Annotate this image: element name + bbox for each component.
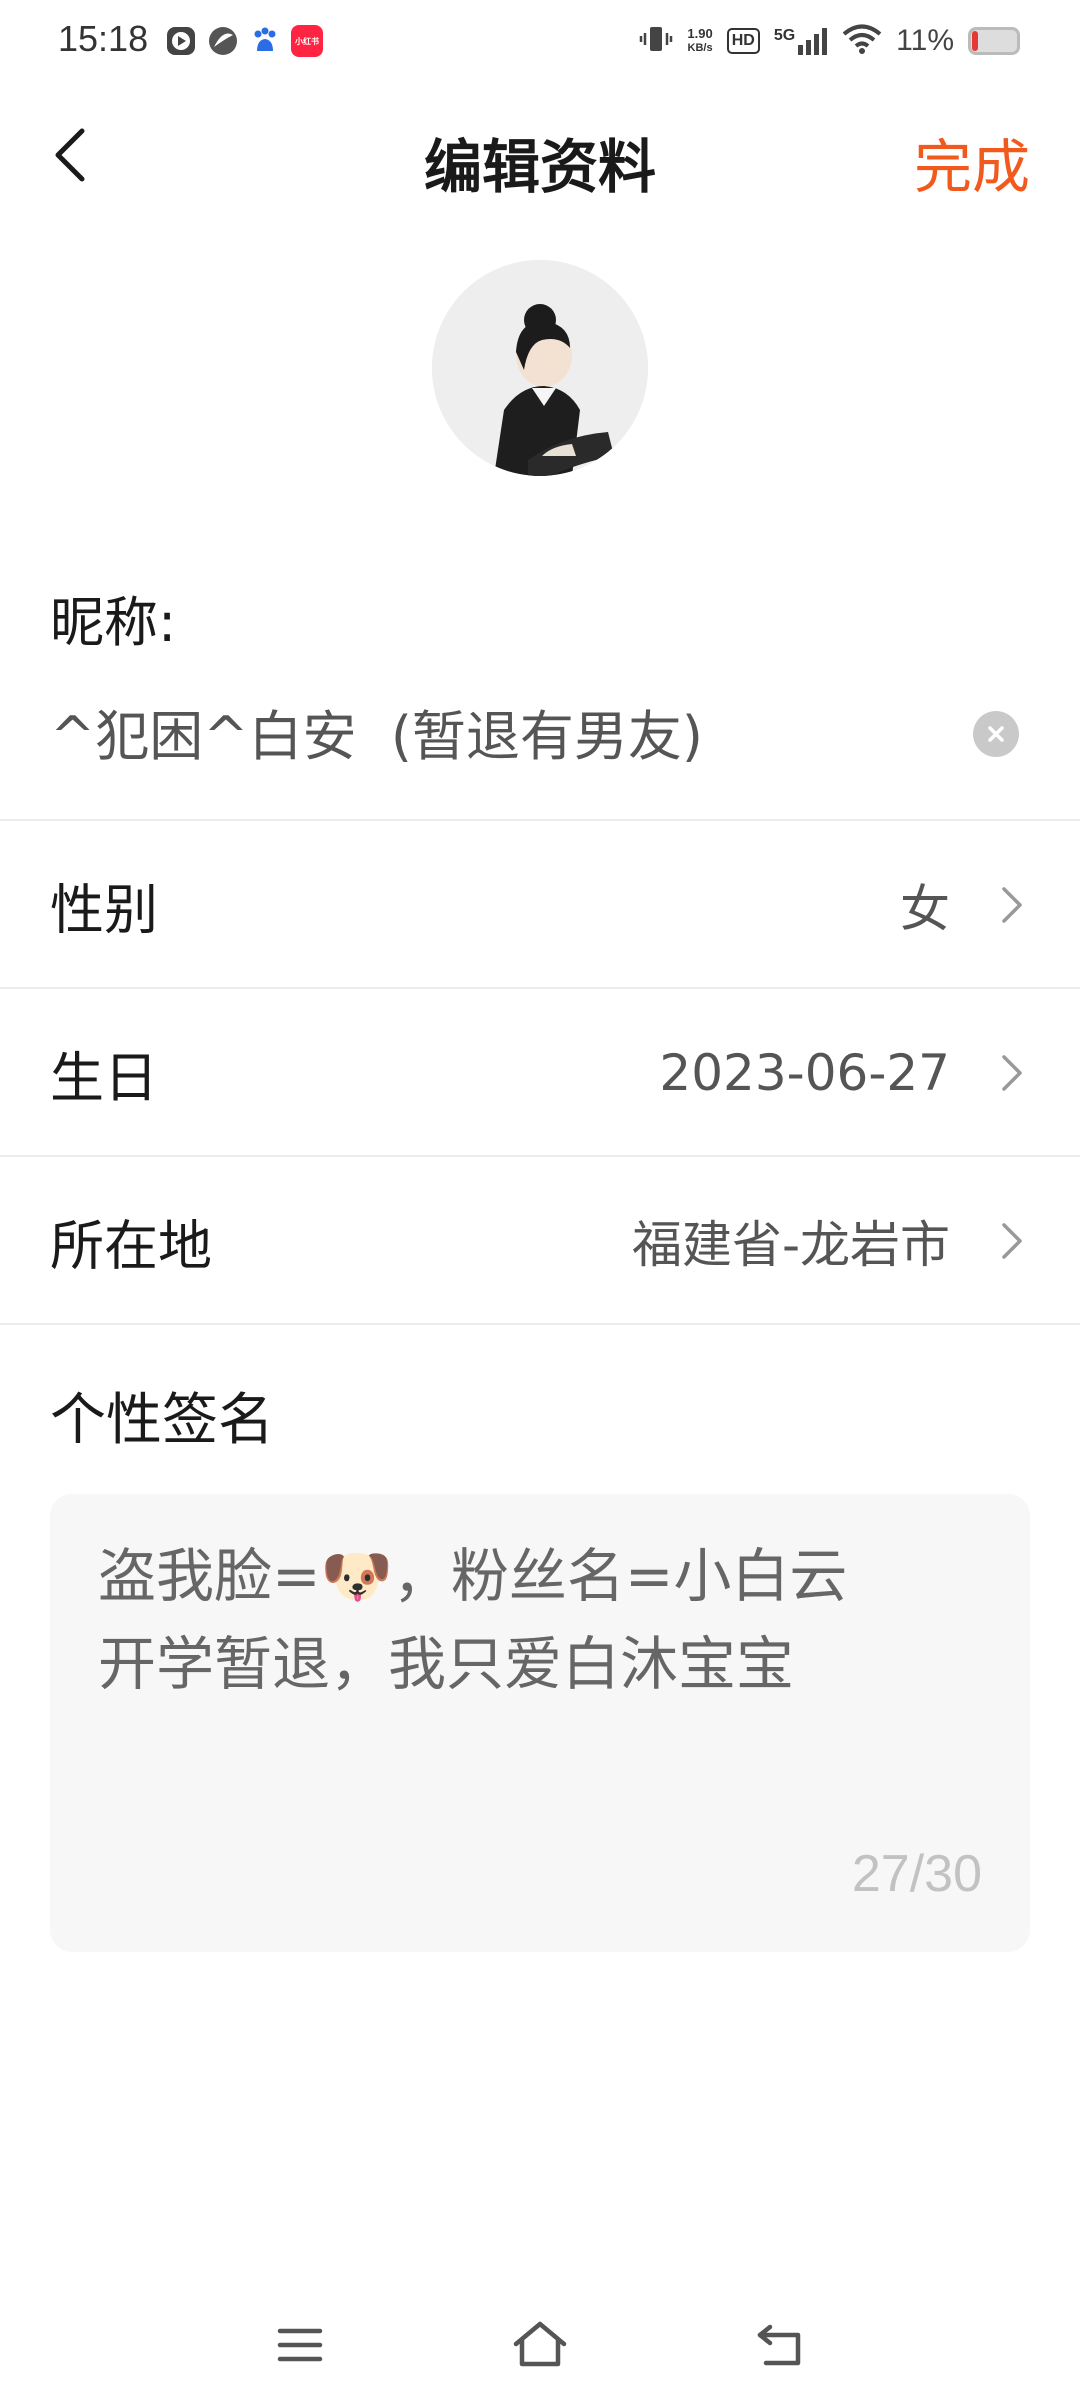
status-app-icons: 小红书 [165,25,323,57]
avatar[interactable] [432,260,648,476]
baidu-icon [249,25,281,57]
clear-nickname-button[interactable] [973,711,1019,757]
nickname-label: 昵称: [50,591,177,654]
gender-row[interactable]: 性别 女 [0,821,1080,989]
signal-icon [798,28,828,55]
back-icon [757,2324,801,2366]
status-right-group: 1.90 KB/s HD 5G 11% [639,22,1020,60]
network-speed-value: 1.90 [687,26,713,41]
signature-textarea[interactable]: 盗我脸=🐶，粉丝名=小白云 开学暂退，我只爱白沐宝宝 27/30 [50,1494,1030,1952]
play-icon [165,25,197,57]
birthday-label: 生日 [50,1046,158,1110]
network-speed-unit: KB/s [687,42,713,54]
leaf-icon [207,25,239,57]
signal-group: 5G [774,27,828,55]
birthday-row[interactable]: 生日 2023-06-27 [0,989,1080,1157]
gender-label: 性别 [50,878,158,942]
hd-badge: HD [726,28,760,54]
close-icon [988,726,1004,742]
vibrate-icon [639,22,673,60]
location-value: 福建省-龙岩市 [631,1216,950,1274]
battery-fill [972,31,978,51]
chevron-right-icon [994,1216,1030,1266]
done-button[interactable]: 完成 [914,120,1030,204]
menu-button[interactable] [265,2310,335,2380]
status-bar: 15:18 小红书 1.90 KB/s HD 5G 11% [0,0,1080,84]
nickname-input[interactable] [50,700,970,763]
signature-label: 个性签名 [50,1388,274,1453]
home-button[interactable] [505,2310,575,2380]
xiaohongshu-label: 小红书 [295,36,319,46]
home-icon [513,2321,567,2367]
network-type: 5G [773,27,796,44]
status-time: 15:18 [58,18,149,59]
system-nav-bar [0,2290,1080,2400]
signature-char-count: 27/30 [851,1845,982,1903]
battery-icon [968,27,1020,55]
battery-percent: 11% [896,24,954,57]
network-speed: 1.90 KB/s [687,27,712,55]
chevron-right-icon [994,880,1030,930]
birthday-value: 2023-06-27 [659,1044,950,1102]
xiaohongshu-icon: 小红书 [291,25,323,57]
menu-icon [277,2328,323,2362]
wifi-icon [842,23,882,59]
location-label: 所在地 [50,1214,212,1278]
chevron-right-icon [994,1048,1030,1098]
gender-value: 女 [900,880,950,938]
back-nav-button[interactable] [745,2310,815,2380]
divider [0,1323,1080,1325]
location-row[interactable]: 所在地 福建省-龙岩市 [0,1157,1080,1325]
app-header: 编辑资料 完成 [0,84,1080,224]
signature-text: 盗我脸=🐶，粉丝名=小白云 开学暂退，我只爱白沐宝宝 [98,1542,848,1698]
